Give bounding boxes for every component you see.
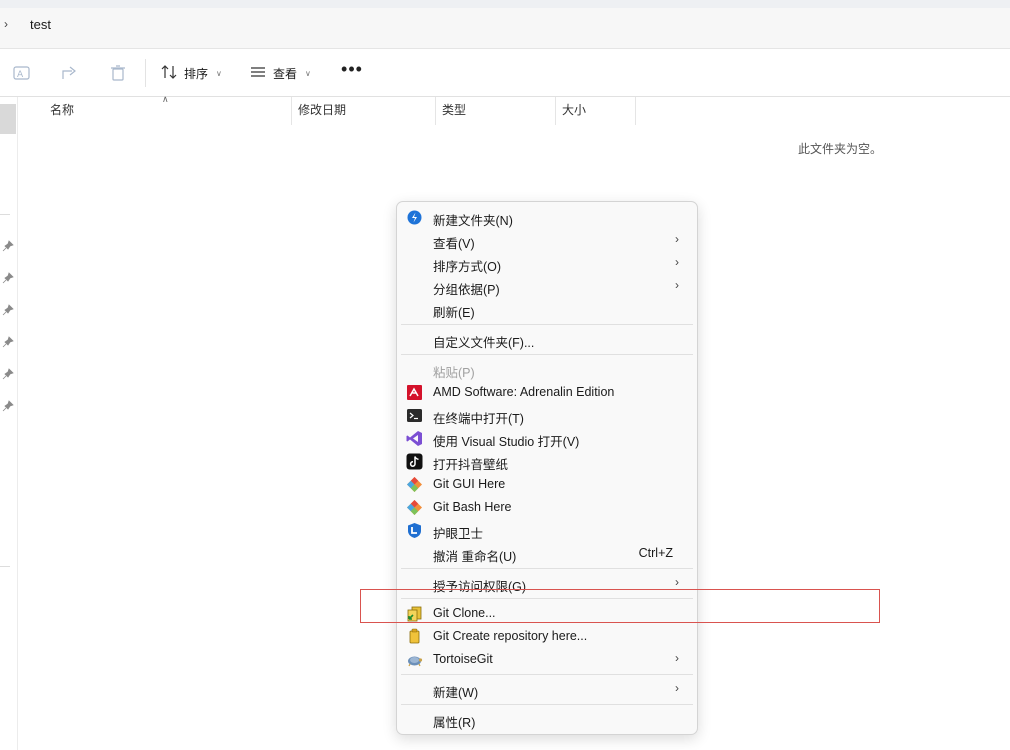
toolbar-divider (145, 59, 146, 87)
chevron-down-icon: ∨ (305, 68, 311, 78)
menu-item-label: 撤消 重命名(U) (433, 550, 517, 564)
annotation-highlight-box (360, 589, 880, 623)
address-path[interactable]: test (30, 17, 51, 32)
column-header-type[interactable]: 类型 (436, 97, 556, 125)
chevron-right-icon: › (675, 255, 679, 269)
menu-separator (401, 324, 693, 325)
menu-item-new[interactable]: 新建(W) › (401, 678, 693, 701)
pin-icon[interactable] (2, 368, 14, 380)
menu-item-properties[interactable]: 属性(R) (401, 708, 693, 731)
menu-item-git-bash-here[interactable]: Git Bash Here (401, 496, 693, 519)
menu-separator (401, 568, 693, 569)
menu-item-group-by[interactable]: 分组依据(P) › (401, 275, 693, 298)
view-label: 查看 (273, 66, 298, 81)
menu-item-undo-rename[interactable]: 撤消 重命名(U) Ctrl+Z (401, 542, 693, 565)
sort-button[interactable]: 排序 ∨ (160, 62, 222, 84)
command-bar: A 排序 ∨ 查看 ∨ ••• (0, 49, 1010, 97)
menu-item-paste: 粘贴(P) (401, 358, 693, 381)
share-icon[interactable] (60, 63, 80, 83)
chevron-right-icon: › (675, 575, 679, 589)
pin-icon[interactable] (2, 272, 14, 284)
new-folder-icon (406, 209, 423, 226)
menu-item-label: 分组依据(P) (433, 283, 500, 297)
menu-item-label: 查看(V) (433, 237, 475, 251)
menu-item-new-folder[interactable]: 新建文件夹(N) (401, 206, 693, 229)
tortoisegit-icon (406, 651, 423, 668)
svg-text:A: A (17, 70, 24, 80)
nav-divider (0, 566, 10, 567)
eye-guard-icon (406, 522, 423, 539)
menu-item-label: Git GUI Here (433, 477, 506, 491)
menu-separator (401, 704, 693, 705)
menu-item-label: 刷新(E) (433, 306, 475, 320)
pin-icon[interactable] (2, 336, 14, 348)
menu-item-open-in-terminal[interactable]: 在终端中打开(T) (401, 404, 693, 427)
chevron-right-icon[interactable]: › (4, 17, 8, 31)
menu-item-amd-software[interactable]: AMD Software: Adrenalin Edition (401, 381, 693, 404)
terminal-icon (406, 407, 423, 424)
menu-item-label: TortoiseGit (433, 652, 493, 666)
chevron-right-icon: › (675, 232, 679, 246)
pin-icon[interactable] (2, 240, 14, 252)
git-gui-icon (406, 476, 423, 493)
context-menu: 新建文件夹(N) 查看(V) › 排序方式(O) › 分组依据(P) › 刷新(… (396, 201, 698, 735)
menu-item-label: 新建(W) (433, 686, 479, 700)
amd-icon (406, 384, 423, 401)
menu-item-label: AMD Software: Adrenalin Edition (433, 385, 615, 399)
title-strip (0, 0, 1010, 8)
rename-icon[interactable]: A (12, 63, 32, 83)
chevron-right-icon: › (675, 681, 679, 695)
more-options-icon[interactable]: ••• (340, 60, 364, 84)
pin-icon[interactable] (2, 304, 14, 316)
navigation-pane (0, 97, 18, 750)
menu-item-label: 新建文件夹(N) (433, 214, 513, 228)
menu-item-open-visual-studio[interactable]: 使用 Visual Studio 打开(V) (401, 427, 693, 450)
menu-item-refresh[interactable]: 刷新(E) (401, 298, 693, 321)
pin-icon[interactable] (2, 400, 14, 412)
git-bash-icon (406, 499, 423, 516)
chevron-right-icon: › (675, 651, 679, 665)
menu-item-label: 粘贴(P) (433, 366, 475, 380)
menu-item-douyin-wallpaper[interactable]: 打开抖音壁纸 (401, 450, 693, 473)
menu-item-git-gui-here[interactable]: Git GUI Here (401, 473, 693, 496)
sort-icon (160, 63, 178, 84)
menu-item-eye-guard[interactable]: 护眼卫士 (401, 519, 693, 542)
nav-divider (0, 214, 10, 215)
column-header-date-modified[interactable]: 修改日期 (292, 97, 436, 125)
menu-item-label: 护眼卫士 (433, 527, 484, 541)
visual-studio-icon (406, 430, 423, 447)
menu-item-label: 在终端中打开(T) (433, 412, 524, 426)
menu-item-git-create-repository[interactable]: Git Create repository here... (401, 625, 693, 648)
menu-item-tortoisegit[interactable]: TortoiseGit › (401, 648, 693, 671)
douyin-icon (406, 453, 423, 470)
chevron-right-icon: › (675, 278, 679, 292)
menu-item-view[interactable]: 查看(V) › (401, 229, 693, 252)
menu-item-label: 属性(R) (433, 716, 476, 730)
shortcut-label: Ctrl+Z (638, 546, 673, 560)
nav-selected-item[interactable] (0, 104, 16, 134)
view-list-icon (249, 63, 267, 84)
address-bar: › test (0, 0, 1010, 49)
menu-separator (401, 674, 693, 675)
menu-item-sort-by[interactable]: 排序方式(O) › (401, 252, 693, 275)
menu-item-label: 打开抖音壁纸 (433, 458, 509, 472)
menu-item-label: 排序方式(O) (433, 260, 502, 274)
menu-item-label: Git Create repository here... (433, 629, 588, 643)
menu-item-customize-folder[interactable]: 自定义文件夹(F)... (401, 328, 693, 351)
chevron-down-icon: ∨ (216, 68, 222, 78)
delete-icon[interactable] (108, 63, 128, 83)
menu-item-label: 自定义文件夹(F)... (433, 336, 535, 350)
git-create-repo-icon (406, 628, 423, 645)
menu-separator (401, 354, 693, 355)
column-header-name[interactable]: 名称 (44, 97, 292, 125)
menu-item-label: 使用 Visual Studio 打开(V) (433, 435, 580, 449)
menu-item-label: Git Bash Here (433, 500, 512, 514)
view-button[interactable]: 查看 ∨ (249, 62, 311, 84)
column-header-size[interactable]: 大小 (556, 97, 636, 125)
empty-folder-message: 此文件夹为空。 (798, 142, 883, 156)
sort-label: 排序 (184, 66, 209, 81)
